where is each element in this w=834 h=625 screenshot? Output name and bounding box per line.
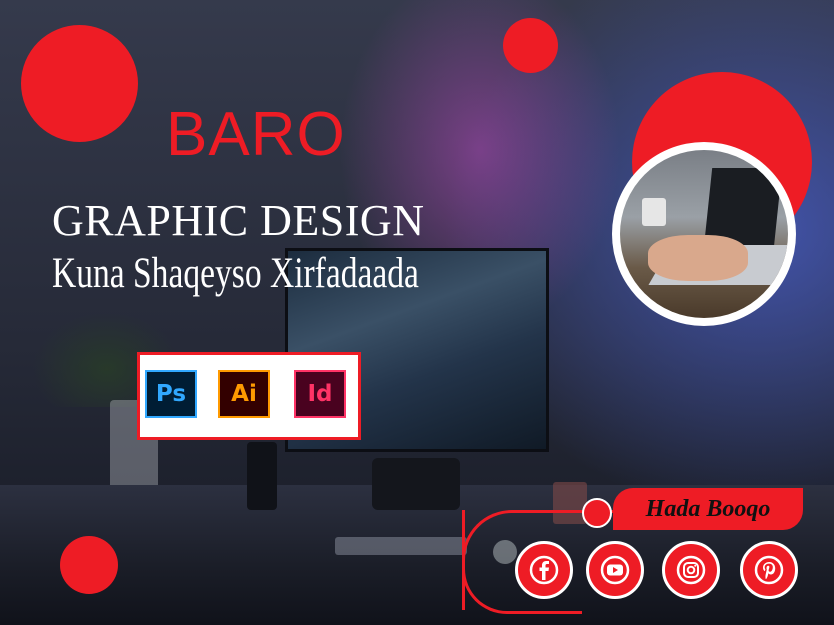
software-badges: Ps Ai Id <box>137 352 361 440</box>
photoshop-icon: Ps <box>145 370 197 418</box>
pinterest-icon <box>754 555 784 585</box>
visit-dot <box>582 498 612 528</box>
monitor-stand <box>372 458 460 510</box>
visit-label: Hada Booqo <box>645 495 771 522</box>
headline-tagline: Kuna Shaqeyso Xirfadaada <box>52 250 419 297</box>
phone-on-desk <box>247 442 277 510</box>
facebook-button[interactable] <box>515 541 573 599</box>
laptop-photo <box>620 150 788 318</box>
red-circle-decor-top <box>503 18 558 73</box>
instagram-button[interactable] <box>662 541 720 599</box>
headline-subject: GRAPHIC DESIGN <box>52 196 425 245</box>
illustrator-icon: Ai <box>218 370 270 418</box>
pinterest-button[interactable] <box>740 541 798 599</box>
indesign-icon: Id <box>294 370 346 418</box>
mug <box>642 198 666 226</box>
facebook-icon <box>529 555 559 585</box>
typing-hands <box>648 235 748 281</box>
headline-baro: BARO <box>166 100 346 169</box>
youtube-button[interactable] <box>586 541 644 599</box>
visit-button[interactable]: Hada Booqo <box>613 488 803 530</box>
youtube-icon <box>600 555 630 585</box>
keyboard <box>335 537 467 555</box>
red-circle-decor-bottom <box>60 536 118 594</box>
instagram-icon <box>676 555 706 585</box>
red-circle-decor-large <box>21 25 138 142</box>
